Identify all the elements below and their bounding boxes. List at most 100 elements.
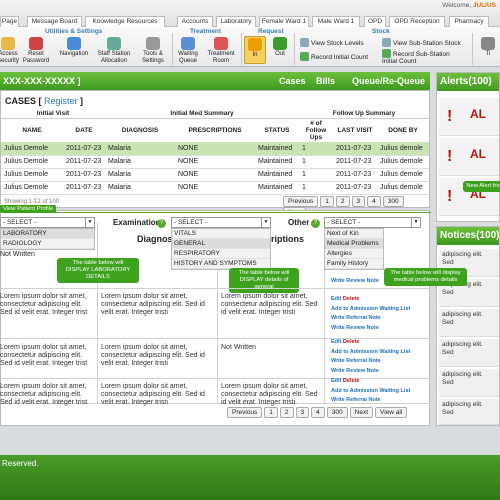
- page-button[interactable]: 1: [320, 196, 334, 207]
- page-button[interactable]: 1: [264, 407, 278, 418]
- add-admission-link[interactable]: Add to Admission Waiting List: [331, 387, 410, 397]
- write-review-link[interactable]: Write Review Note: [331, 324, 410, 334]
- dropdown-option[interactable]: Next of Kin: [325, 229, 383, 239]
- treatment-room-button[interactable]: Treatment Room: [204, 37, 238, 64]
- write-referral-link[interactable]: Write Referral Note: [331, 314, 410, 324]
- record-initial-count-button[interactable]: Record Initial Count: [300, 52, 368, 61]
- page-button[interactable]: 2: [335, 196, 350, 207]
- col-status[interactable]: STATUS: [255, 119, 299, 143]
- alert-item[interactable]: ! AL: [439, 138, 499, 176]
- notice-item[interactable]: adipiscing elit. Sed: [439, 369, 499, 397]
- prev-button[interactable]: Previous: [227, 407, 263, 418]
- write-referral-link[interactable]: Write Referral Note: [331, 396, 410, 406]
- reset-password-button[interactable]: Reset Password: [22, 37, 50, 64]
- col-prescriptions[interactable]: PRESCRIPTIONS: [175, 119, 255, 143]
- col-last-visit[interactable]: LAST VISIT: [333, 119, 377, 143]
- tab-message-board[interactable]: Message Board: [27, 16, 82, 27]
- delete-link[interactable]: Delete: [343, 339, 360, 345]
- dropdown-option[interactable]: VITALS: [172, 229, 270, 239]
- exclamation-icon: !: [447, 148, 453, 165]
- view-stock-levels-button[interactable]: View Stock Levels: [300, 38, 364, 47]
- lab-select-value: - SELECT -: [3, 219, 37, 226]
- view-profile-button[interactable]: View Patient Profile: [0, 205, 57, 213]
- record-substation-initial-button[interactable]: Record Sub-Station Initial Count: [382, 49, 462, 65]
- queue-link[interactable]: Queue/Re-Queue: [352, 72, 425, 90]
- request-in-button[interactable]: In: [244, 36, 266, 64]
- write-review-link[interactable]: Write Review Note: [331, 277, 379, 287]
- notice-item[interactable]: adipiscing elit. Sed: [439, 399, 499, 425]
- table-row[interactable]: Julius Demole 2011-07-23 Malaria NONE Mainta…: [1, 155, 429, 169]
- delete-link[interactable]: Delete: [343, 378, 360, 384]
- tab-knowledge-resources[interactable]: Knowledge Resources: [85, 16, 165, 27]
- page-button[interactable]: 300: [382, 196, 404, 207]
- cases-link[interactable]: Cases: [279, 72, 306, 90]
- notice-item[interactable]: adipiscing elit. Sed: [439, 339, 499, 367]
- new-alert-badge[interactable]: New Alert fro: [463, 181, 500, 192]
- help-icon[interactable]: ?: [311, 219, 320, 228]
- tab-page[interactable]: Page: [0, 16, 19, 27]
- other-select[interactable]: - SELECT - ▼: [324, 217, 421, 228]
- waiting-queue-button[interactable]: Waiting Queue: [174, 37, 202, 64]
- add-admission-link[interactable]: Add to Admission Waiting List: [331, 305, 410, 315]
- edit-link[interactable]: Edit: [331, 339, 341, 345]
- tab-opd[interactable]: OPD: [364, 16, 386, 27]
- access-security-button[interactable]: Access Security: [0, 37, 20, 64]
- dropdown-option[interactable]: RESPIRATORY: [172, 249, 270, 259]
- alert-item[interactable]: ! AL: [439, 98, 499, 136]
- table-row[interactable]: Julius Demole 2011-07-23 Malaria NONE Mainta…: [1, 168, 429, 182]
- waiting-queue-label: Waiting Queue: [178, 51, 198, 64]
- col-follow-ups[interactable]: # of Follow Ups: [299, 119, 333, 143]
- queue-icon: [181, 37, 195, 50]
- bills-link[interactable]: Bills: [316, 72, 335, 90]
- exam-select[interactable]: - SELECT - ▼: [171, 217, 271, 228]
- col-diagnosis[interactable]: DIAGNOSIS: [105, 119, 175, 143]
- lab-select[interactable]: - SELECT - ▼: [0, 217, 95, 228]
- table-row[interactable]: Julius Demole 2011-07-23 Malaria NONE Mainta…: [1, 142, 429, 156]
- welcome-user[interactable]: JULIUS: [473, 2, 496, 9]
- dropdown-option[interactable]: GENERAL: [172, 239, 270, 249]
- dropdown-option[interactable]: Medical Problems: [325, 239, 383, 249]
- tab-pharmacy[interactable]: Pharmacy: [449, 16, 489, 27]
- dropdown-option[interactable]: Family History: [325, 259, 383, 269]
- view-substation-stock-button[interactable]: View Sub-Station Stock: [382, 38, 461, 47]
- add-admission-link[interactable]: Add to Admission Waiting List: [331, 348, 410, 358]
- write-referral-link[interactable]: Write Referral Note: [331, 357, 410, 367]
- edit-link[interactable]: Edit: [331, 378, 341, 384]
- table-row[interactable]: Julius Demole 2011-07-23 Malaria NONE Mainta…: [1, 181, 429, 195]
- notice-item[interactable]: adipiscing elit. Sed: [439, 309, 499, 337]
- write-review-link[interactable]: Write Review Note: [331, 367, 410, 377]
- tab-male-ward[interactable]: Male Ward 1: [312, 16, 360, 27]
- dropdown-option[interactable]: Allergies: [325, 249, 383, 259]
- dropdown-option[interactable]: LABORATORY: [1, 229, 94, 239]
- col-date[interactable]: DATE: [63, 119, 105, 143]
- staff-station-button[interactable]: Staff Station Allocation: [94, 37, 134, 64]
- cases-panel: CASES [ Register ] Initial Visit Initial…: [0, 90, 430, 218]
- page-button[interactable]: 4: [311, 407, 325, 418]
- edit-link[interactable]: Edit: [331, 296, 341, 302]
- register-link[interactable]: Register: [44, 96, 78, 106]
- page-button[interactable]: 2: [279, 407, 294, 418]
- tab-female-ward[interactable]: Female Ward 1: [259, 16, 309, 27]
- request-in-label: In: [252, 52, 258, 58]
- tab-accounts[interactable]: Accounts: [177, 16, 213, 27]
- page-button[interactable]: 3: [351, 196, 366, 207]
- tools-settings-button[interactable]: Tools & Settings: [138, 37, 168, 64]
- ti-button[interactable]: Ti: [478, 37, 498, 58]
- col-name[interactable]: NAME: [1, 119, 63, 143]
- delete-link[interactable]: Delete: [343, 296, 360, 302]
- navigation-button[interactable]: Navigation: [56, 37, 92, 58]
- col-done-by[interactable]: DONE BY: [377, 119, 429, 143]
- next-button[interactable]: Next: [349, 407, 374, 418]
- prescription-text: Lorem ipsum dolor sit amet, consectetur …: [221, 383, 318, 406]
- request-out-button[interactable]: Out: [270, 37, 290, 58]
- help-icon[interactable]: ?: [157, 219, 166, 228]
- view-all-button[interactable]: View all: [375, 407, 408, 418]
- page-button[interactable]: 4: [367, 196, 381, 207]
- page-button[interactable]: 3: [295, 407, 310, 418]
- dropdown-option[interactable]: RADIOLOGY: [1, 239, 94, 249]
- tab-laboratory[interactable]: Laboratory: [216, 16, 256, 27]
- prev-button[interactable]: Previous: [283, 196, 319, 207]
- tab-opd-reception[interactable]: OPD Reception: [389, 16, 445, 27]
- tooltip-other: The table below will display medical pro…: [384, 268, 467, 286]
- page-button[interactable]: 300: [326, 407, 348, 418]
